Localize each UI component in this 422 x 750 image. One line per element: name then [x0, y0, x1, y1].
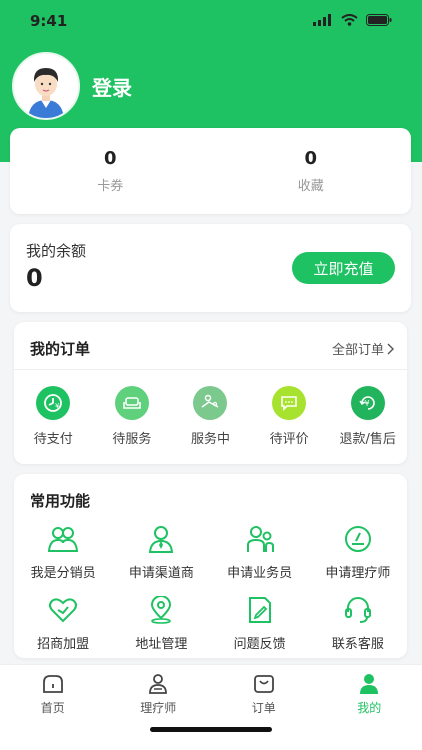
- func-feedback-label: 问题反馈: [233, 637, 286, 652]
- profile-header[interactable]: 登录: [12, 52, 132, 120]
- status-bar: 9:41: [0, 0, 422, 44]
- order-in-service[interactable]: 服务中: [171, 386, 250, 447]
- stats-card: 0 卡券 0 收藏: [10, 128, 411, 214]
- feedback-icon: [243, 595, 277, 625]
- status-time: 9:41: [30, 12, 68, 30]
- func-address[interactable]: 地址管理: [112, 595, 210, 652]
- order-pending-service-label: 待服务: [112, 432, 152, 447]
- favorites-label: 收藏: [297, 179, 324, 194]
- avatar[interactable]: [12, 52, 80, 120]
- order-in-service-label: 服务中: [190, 432, 230, 447]
- func-distributor[interactable]: 我是分销员: [14, 524, 112, 581]
- functions-card: 常用功能 我是分销员 申请渠道商 申请业务员 申请理疗师 招商加盟 地址管理 问…: [14, 474, 407, 658]
- order-pending-review[interactable]: 待评价: [250, 386, 329, 447]
- orders-card: 我的订单 全部订单 ¥ 待支付 待服务 服务中 待评价 ¥ 退款/售后: [14, 322, 407, 464]
- tab-home[interactable]: 首页: [0, 665, 106, 750]
- order-pending-payment-label: 待支付: [33, 432, 73, 447]
- func-support[interactable]: 联系客服: [309, 595, 407, 652]
- func-salesman[interactable]: 申请业务员: [211, 524, 309, 581]
- tab-orders-label: 订单: [251, 701, 276, 715]
- headset-icon: [341, 595, 375, 625]
- functions-grid: 我是分销员 申请渠道商 申请业务员 申请理疗师 招商加盟 地址管理 问题反馈 联…: [14, 524, 407, 652]
- order-status-row: ¥ 待支付 待服务 服务中 待评价 ¥ 退款/售后: [14, 386, 407, 447]
- recharge-button[interactable]: 立即充值: [292, 252, 395, 284]
- signal-icon: [313, 14, 331, 26]
- order-pending-review-label: 待评价: [269, 432, 309, 447]
- orders-title: 我的订单: [30, 340, 91, 358]
- tab-therapist[interactable]: 理疗师: [106, 665, 212, 750]
- orders-divider: [14, 369, 407, 370]
- order-pending-service[interactable]: 待服务: [93, 386, 172, 447]
- svg-text:¥: ¥: [364, 399, 369, 408]
- salesman-icon: [243, 524, 277, 554]
- func-salesman-label: 申请业务员: [227, 566, 293, 581]
- chevron-right-icon: [387, 343, 394, 354]
- func-franchise[interactable]: 招商加盟: [14, 595, 112, 652]
- wifi-icon: [341, 14, 358, 26]
- coupon-label: 卡券: [97, 179, 124, 194]
- func-channel[interactable]: 申请渠道商: [112, 524, 210, 581]
- tab-profile[interactable]: 我的: [317, 665, 422, 750]
- func-feedback[interactable]: 问题反馈: [211, 595, 309, 652]
- battery-icon: [366, 14, 392, 26]
- heart-icon: [46, 595, 80, 625]
- therapist-icon: [341, 524, 375, 554]
- all-orders-label: 全部订单: [331, 343, 384, 358]
- order-pending-payment[interactable]: ¥ 待支付: [14, 386, 93, 447]
- home-icon: [42, 675, 63, 693]
- func-franchise-label: 招商加盟: [37, 637, 90, 652]
- order-tab-icon: [253, 675, 274, 693]
- avatar-illustration: [14, 54, 78, 118]
- therapist-tab-icon: [149, 674, 168, 694]
- agent-icon: [144, 524, 178, 554]
- massage-icon: [193, 386, 228, 420]
- status-icons: [313, 14, 392, 26]
- refund-icon: ¥: [350, 386, 385, 420]
- func-support-label: 联系客服: [331, 637, 384, 652]
- profile-icon: [360, 674, 379, 694]
- home-indicator: [150, 727, 272, 732]
- sofa-icon: [114, 386, 149, 420]
- location-icon: [144, 595, 178, 625]
- tab-home-label: 首页: [40, 701, 65, 715]
- balance-value: 0: [26, 264, 43, 292]
- svg-text:¥: ¥: [55, 402, 60, 410]
- func-therapist[interactable]: 申请理疗师: [309, 524, 407, 581]
- coupon-stat[interactable]: 0 卡券: [10, 128, 211, 214]
- func-distributor-label: 我是分销员: [30, 566, 96, 581]
- favorites-count: 0: [304, 148, 318, 169]
- coupon-count: 0: [103, 148, 117, 169]
- comment-icon: [272, 386, 307, 420]
- func-channel-label: 申请渠道商: [128, 566, 194, 581]
- tab-bar: 首页 理疗师 订单 我的: [0, 664, 422, 750]
- func-therapist-label: 申请理疗师: [325, 566, 391, 581]
- tab-orders[interactable]: 订单: [211, 665, 317, 750]
- tab-therapist-label: 理疗师: [140, 701, 177, 715]
- pending-payment-icon: ¥: [36, 386, 71, 420]
- func-address-label: 地址管理: [135, 637, 188, 652]
- users-icon: [46, 524, 80, 554]
- balance-label: 我的余额: [26, 242, 87, 260]
- order-refund-label: 退款/售后: [339, 432, 396, 447]
- favorites-stat[interactable]: 0 收藏: [211, 128, 412, 214]
- all-orders-link[interactable]: 全部订单: [332, 339, 395, 358]
- order-refund[interactable]: ¥ 退款/售后: [328, 386, 407, 447]
- functions-title: 常用功能: [30, 492, 91, 510]
- tab-profile-label: 我的: [357, 701, 382, 715]
- balance-card: 我的余额 0 立即充值: [10, 224, 411, 312]
- login-link[interactable]: 登录: [92, 72, 132, 101]
